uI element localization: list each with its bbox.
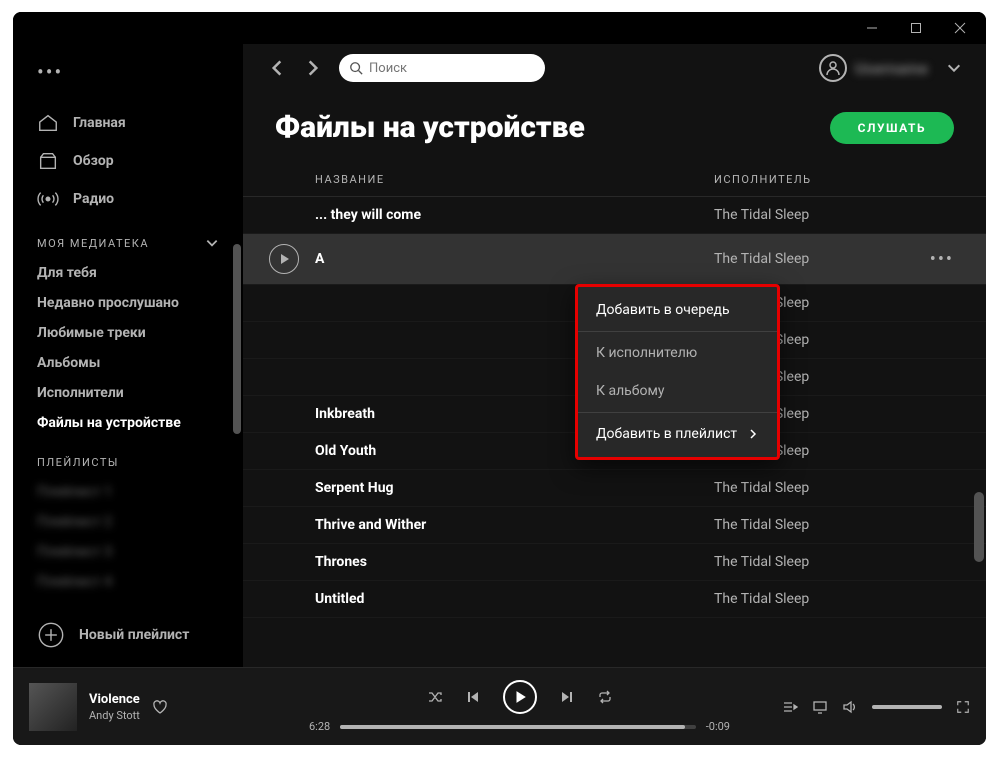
app-menu-button[interactable]: ••• [21,44,235,104]
now-playing-artist[interactable]: Andy Stott [89,709,140,722]
track-artist: The Tidal Sleep [714,591,954,607]
col-title-header: НАЗВАНИЕ [315,173,714,186]
context-add-queue[interactable]: Добавить в очередь [578,291,777,329]
home-icon [37,112,59,134]
library-header: МОЯ МЕДИАТЕКА [21,218,235,258]
library-artists[interactable]: Исполнители [21,378,235,408]
plus-circle-icon [37,621,65,649]
track-title: Thrive and Wither [315,517,714,533]
user-name: Username [855,59,928,78]
nav-label: Главная [73,115,126,131]
track-row[interactable]: Thrive and WitherThe Tidal Sleep [243,507,986,544]
sidebar-scrollbar[interactable] [233,244,241,434]
context-add-playlist[interactable]: Добавить в плейлист [578,415,777,453]
volume-icon[interactable] [842,699,858,715]
table-header: НАЗВАНИЕ ИСПОЛНИТЕЛЬ [243,163,986,197]
volume-slider[interactable] [872,705,942,709]
nav-home[interactable]: Главная [21,104,235,142]
repeat-button[interactable] [597,689,613,705]
track-row[interactable]: ThronesThe Tidal Sleep [243,544,986,581]
chevron-down-icon[interactable] [205,236,219,250]
play-track-icon[interactable] [269,244,299,274]
track-artist: The Tidal Sleep [714,517,954,533]
back-button[interactable] [267,58,287,78]
library-local-files[interactable]: Файлы на устройстве [21,408,235,438]
track-title: A [315,251,714,267]
track-row[interactable]: ... they will comeThe Tidal Sleep [243,197,986,234]
play-button[interactable] [503,680,537,714]
playlist-item[interactable]: Плейлист 4 [21,567,235,597]
nav-label: Радио [73,191,114,207]
titlebar [13,12,986,44]
progress-bar[interactable] [340,725,696,729]
maximize-button[interactable] [894,14,938,42]
track-artist: The Tidal Sleep [714,251,954,267]
nav-label: Обзор [73,153,114,169]
track-artist: The Tidal Sleep [714,207,954,223]
forward-button[interactable] [303,58,323,78]
browse-icon [37,150,59,172]
devices-button[interactable] [812,699,828,715]
app-window: ••• Главная Обзор Радио МОЯ МЕДИАТЕКА Дл… [13,12,986,745]
sidebar: ••• Главная Обзор Радио МОЯ МЕДИАТЕКА Дл… [13,44,243,667]
track-title: Untitled [315,591,714,607]
context-to-album[interactable]: К альбому [578,372,777,410]
page-title: Файлы на устройстве [275,110,585,145]
playlist-item[interactable]: Плейлист 2 [21,507,235,537]
remaining-time: -0:09 [706,720,730,733]
queue-button[interactable] [782,699,798,715]
track-title: Serpent Hug [315,480,714,496]
content-scrollbar[interactable] [974,492,984,562]
search-input[interactable] [369,61,535,76]
playlist-item[interactable]: Плейлист 3 [21,537,235,567]
topbar: Username [243,44,986,92]
next-button[interactable] [559,689,575,705]
track-more-button[interactable]: ••• [930,249,954,270]
chevron-right-icon [747,428,759,440]
context-to-artist[interactable]: К исполнителю [578,334,777,372]
fullscreen-button[interactable] [956,700,970,714]
playlists-header: ПЛЕЙЛИСТЫ [21,438,235,477]
listen-button[interactable]: СЛУШАТЬ [830,112,954,144]
track-artist: The Tidal Sleep [714,480,954,496]
close-button[interactable] [938,14,982,42]
track-row[interactable]: UntitledThe Tidal Sleep [243,581,986,618]
user-menu[interactable]: Username [819,54,962,82]
new-playlist-button[interactable]: Новый плейлист [21,605,235,665]
track-row[interactable]: Serpent HugThe Tidal Sleep [243,470,986,507]
player-bar: Violence Andy Stott 6:28 -0:09 [13,667,986,745]
playlist-item[interactable]: Плейлист 1 [21,477,235,507]
library-recent[interactable]: Недавно прослушано [21,288,235,318]
search-icon [349,61,363,75]
minimize-button[interactable] [850,14,894,42]
album-art[interactable] [29,683,77,731]
content-area: Username Файлы на устройстве СЛУШАТЬ НАЗ… [243,44,986,667]
col-artist-header: ИСПОЛНИТЕЛЬ [714,173,954,186]
track-title: ... they will come [315,207,714,223]
radio-icon [37,188,59,210]
search-box[interactable] [339,54,545,82]
elapsed-time: 6:28 [309,720,330,733]
nav-radio[interactable]: Радио [21,180,235,218]
library-for-you[interactable]: Для тебя [21,258,235,288]
track-title: Thrones [315,554,714,570]
track-artist: The Tidal Sleep [714,554,954,570]
shuffle-button[interactable] [427,689,443,705]
context-menu: Добавить в очередь К исполнителю К альбо… [575,284,780,460]
nav-browse[interactable]: Обзор [21,142,235,180]
user-avatar-icon [819,54,847,82]
previous-button[interactable] [465,689,481,705]
chevron-down-icon [946,60,962,76]
library-liked[interactable]: Любимые треки [21,318,235,348]
now-playing-track[interactable]: Violence [89,692,140,707]
library-albums[interactable]: Альбомы [21,348,235,378]
heart-icon[interactable] [152,699,168,715]
track-row[interactable]: AThe Tidal Sleep••• [243,234,986,285]
